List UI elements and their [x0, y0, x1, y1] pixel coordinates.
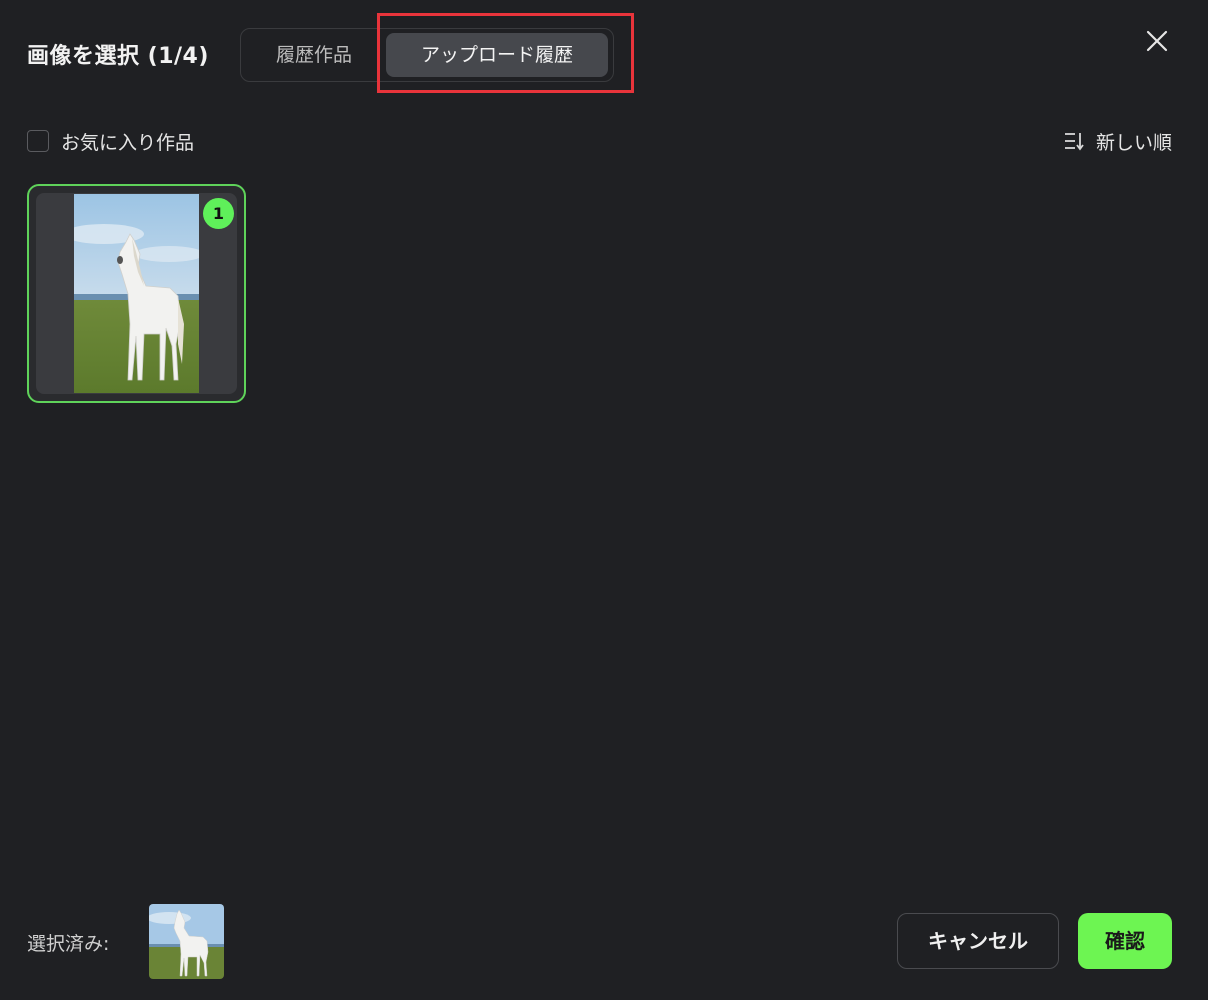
sort-label: 新しい順 — [1095, 131, 1172, 154]
favorites-filter[interactable]: お気に入り作品 — [27, 128, 194, 154]
horse-photo — [74, 194, 199, 393]
favorites-label: お気に入り作品 — [61, 131, 195, 154]
selected-label: 選択済み: — [27, 933, 110, 955]
confirm-button[interactable]: 確認 — [1078, 913, 1172, 969]
tab-upload-history[interactable]: アップロード履歴 — [386, 33, 608, 77]
cancel-button[interactable]: キャンセル — [897, 913, 1059, 969]
selection-badge: 1 — [203, 198, 234, 229]
sort-icon — [1064, 133, 1084, 151]
gallery-item[interactable]: 1 — [27, 184, 246, 403]
close-icon — [1146, 30, 1168, 52]
selected-thumbnail[interactable] — [149, 904, 224, 979]
close-button[interactable] — [1144, 28, 1170, 54]
horse-photo-small — [149, 904, 224, 979]
tab-group: 履歴作品 アップロード履歴 — [240, 28, 614, 82]
tab-history-works[interactable]: 履歴作品 — [247, 33, 381, 77]
dialog-title: 画像を選択 (1/4) — [27, 44, 209, 69]
sort-dropdown[interactable]: 新しい順 — [1064, 128, 1172, 154]
favorites-checkbox[interactable] — [27, 130, 49, 152]
